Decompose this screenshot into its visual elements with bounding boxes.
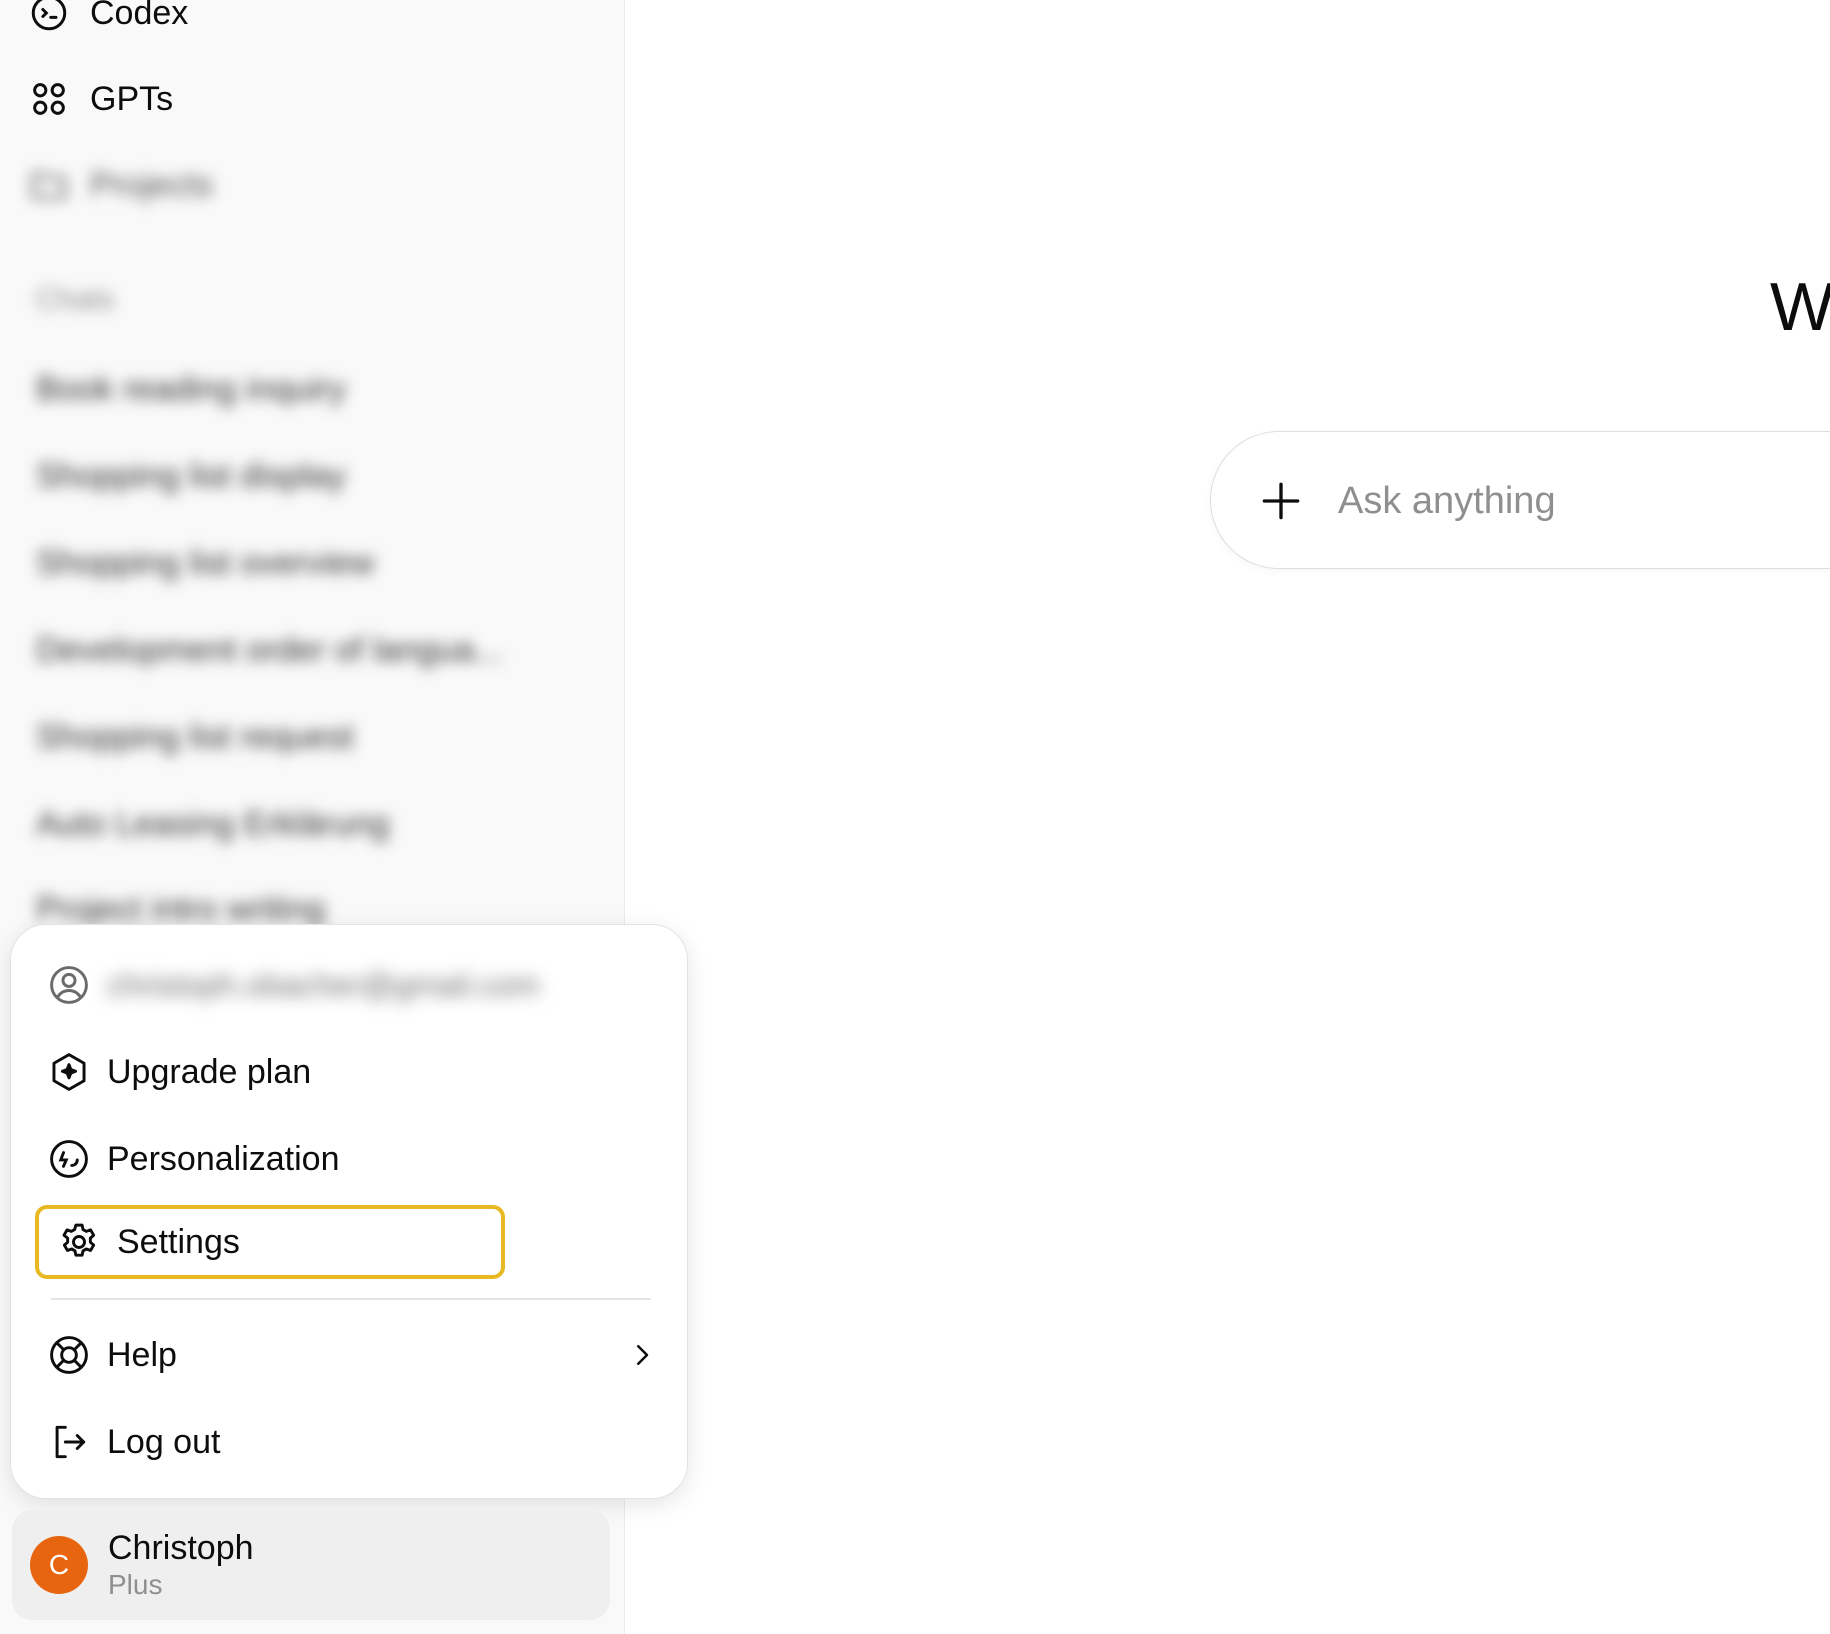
user-circle-icon bbox=[50, 966, 88, 1004]
menu-item-help[interactable]: Help bbox=[47, 1318, 657, 1392]
account-button[interactable]: C Christoph Plus bbox=[12, 1510, 610, 1620]
sidebar-item-codex[interactable]: Codex bbox=[28, 0, 588, 48]
sidebar-item-gpts[interactable]: GPTs bbox=[28, 64, 588, 134]
menu-item-label: Upgrade plan bbox=[107, 1052, 312, 1091]
gpts-grid-icon bbox=[33, 83, 65, 115]
chats-section-label: Chats bbox=[36, 283, 115, 316]
sidebar-item-label: Projects bbox=[90, 165, 213, 204]
logout-icon bbox=[55, 1425, 86, 1459]
codex-icon bbox=[31, 0, 67, 31]
lifebuoy-icon bbox=[50, 1336, 88, 1374]
menu-item-label: Help bbox=[107, 1335, 177, 1374]
folder-icon bbox=[31, 173, 67, 199]
menu-divider bbox=[51, 1298, 651, 1300]
menu-item-logout[interactable]: Log out bbox=[47, 1405, 657, 1479]
personalization-icon bbox=[50, 1140, 88, 1178]
menu-item-upgrade-plan[interactable]: Upgrade plan bbox=[47, 1035, 657, 1109]
profile-menu: christoph.obacher@gmail.com Upgrade plan… bbox=[10, 924, 688, 1499]
gear-icon bbox=[62, 1223, 96, 1257]
chat-item[interactable]: Auto Leasing Erklärung bbox=[36, 805, 389, 844]
chat-item[interactable]: Shopping list display bbox=[36, 457, 346, 496]
chat-item[interactable]: Book reading inquiry bbox=[36, 370, 346, 409]
chat-item[interactable]: Shopping list request bbox=[36, 718, 354, 757]
composer bbox=[1210, 431, 1830, 569]
chat-item[interactable]: Development order of langua... bbox=[36, 631, 503, 670]
menu-item-personalization[interactable]: Personalization bbox=[47, 1122, 657, 1196]
chevron-right-icon bbox=[637, 1345, 649, 1365]
menu-item-email: christoph.obacher@gmail.com bbox=[47, 948, 657, 1022]
greeting-title: W bbox=[1770, 269, 1830, 345]
email-text: christoph.obacher@gmail.com bbox=[107, 966, 540, 1003]
avatar: C bbox=[30, 1536, 88, 1594]
sidebar-item-label: GPTs bbox=[90, 79, 174, 118]
account-info: Christoph Plus bbox=[108, 1528, 254, 1602]
chat-item[interactable]: Shopping list overview bbox=[36, 544, 374, 583]
plus-icon[interactable] bbox=[1256, 476, 1306, 526]
menu-item-label: Personalization bbox=[107, 1139, 340, 1178]
sidebar-item-label: Codex bbox=[90, 0, 189, 32]
account-plan: Plus bbox=[108, 1569, 163, 1600]
menu-item-label: Settings bbox=[117, 1222, 240, 1261]
account-name: Christoph bbox=[108, 1529, 254, 1567]
prompt-input[interactable] bbox=[1338, 468, 1830, 534]
menu-item-settings[interactable]: Settings bbox=[35, 1205, 505, 1279]
menu-item-label: Log out bbox=[107, 1422, 221, 1461]
sidebar-item-projects[interactable]: Projects bbox=[28, 150, 588, 220]
upgrade-sparkle-icon bbox=[52, 1053, 86, 1091]
